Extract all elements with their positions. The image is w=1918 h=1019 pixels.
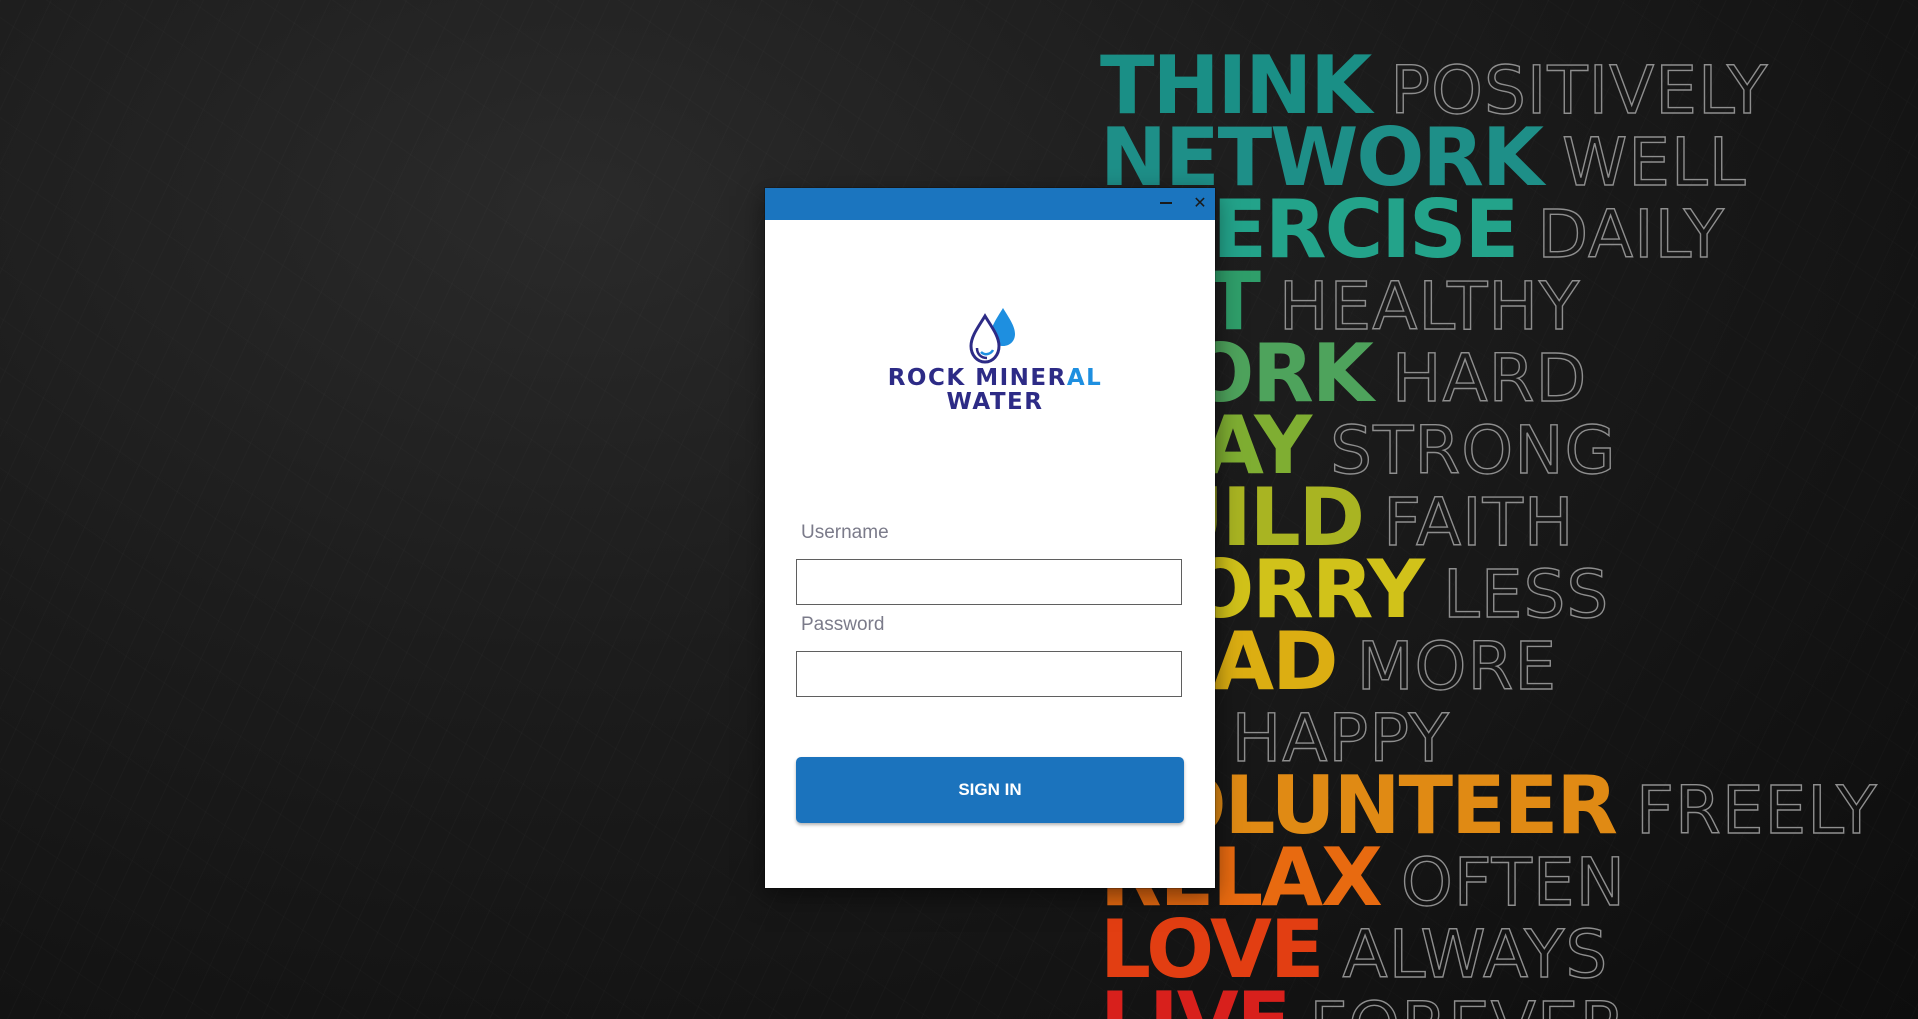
company-logo: ROCK MINERAL WATER [865, 308, 1125, 418]
minimize-button[interactable] [1154, 192, 1178, 214]
close-button[interactable]: ✕ [1188, 192, 1212, 214]
username-label: Username [801, 522, 889, 543]
password-label: Password [801, 614, 885, 635]
logo-text-line2: WATER [946, 389, 1044, 415]
water-drops-icon [969, 308, 1015, 364]
login-window: ✕ ROCK MINERAL WATER Username Password S… [765, 188, 1215, 888]
motto-text-art: THINKPOSITIVELYNETWORKWELLEXERCISEDAILYE… [1100, 46, 1918, 1019]
username-input[interactable] [796, 559, 1182, 605]
sign-in-button[interactable]: SIGN IN [796, 757, 1184, 823]
window-titlebar[interactable]: ✕ [765, 188, 1215, 220]
logo-text-line1: ROCK MINERAL [887, 365, 1103, 391]
motto-line: LIVEFOREVER [1100, 982, 1627, 1019]
motto-thin-word: FOREVER [1309, 988, 1627, 1019]
motto-thin-word: FREELY [1635, 772, 1878, 849]
minimize-icon [1160, 202, 1172, 204]
motto-bold-word: LIVE [1100, 975, 1291, 1019]
password-input[interactable] [796, 651, 1182, 697]
